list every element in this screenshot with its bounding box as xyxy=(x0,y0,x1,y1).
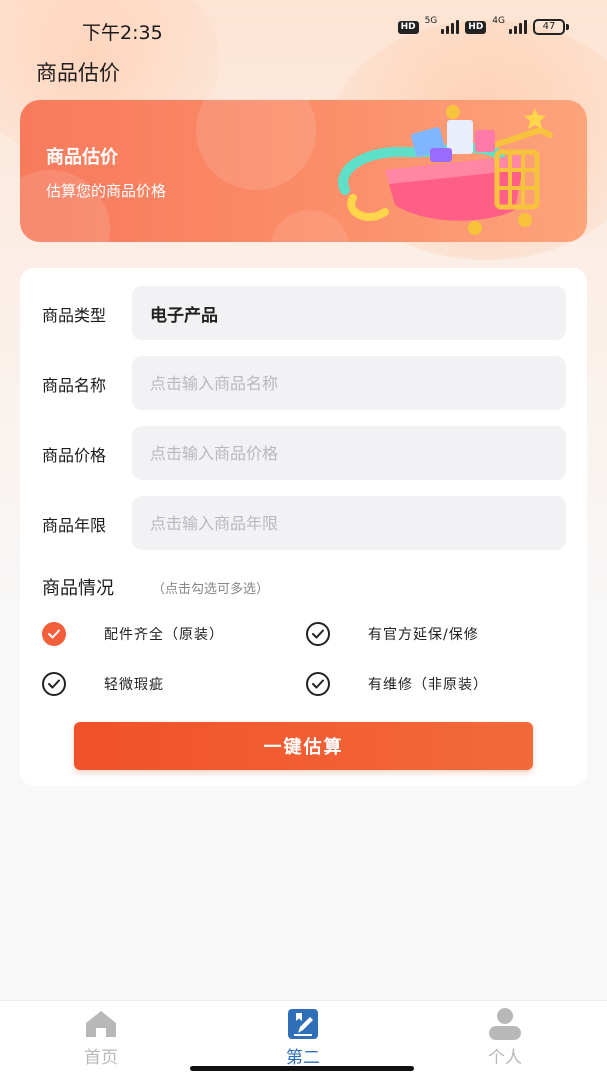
signal-icon xyxy=(441,20,460,34)
estimate-form: 商品类型 电子产品 商品名称 商品价格 商品年限 商品情况 （点击勾选可多选） … xyxy=(20,268,587,786)
home-icon xyxy=(84,1007,118,1041)
app-screen: 下午2:35 HD 5G HD 4G 47 商品估价 商品估价 估算您的商品价格 xyxy=(0,0,607,1080)
network-type: 4G xyxy=(492,16,505,26)
status-time: 下午2:35 xyxy=(82,22,163,44)
checked-icon[interactable] xyxy=(42,622,66,646)
banner-title: 商品估价 xyxy=(46,147,118,168)
field-label: 商品价格 xyxy=(42,446,107,465)
condition-hint: （点击勾选可多选） xyxy=(152,582,270,597)
tab-profile[interactable]: 个人 xyxy=(404,1001,606,1071)
tab-home[interactable]: 首页 xyxy=(0,1001,202,1071)
option-label: 配件齐全（原装） xyxy=(104,627,224,643)
form-row-type: 商品类型 电子产品 xyxy=(20,286,587,340)
form-row-years: 商品年限 xyxy=(20,496,587,550)
unchecked-icon[interactable] xyxy=(306,622,330,646)
hd-badge: HD xyxy=(465,20,487,34)
network-type: 5G xyxy=(424,16,438,26)
option-label: 轻微瑕疵 xyxy=(104,677,164,693)
option-warranty[interactable]: 有官方延保/保修 xyxy=(306,622,479,646)
field-label: 商品名称 xyxy=(42,376,107,395)
signal-icon xyxy=(509,20,527,34)
tab-label: 个人 xyxy=(488,1048,522,1068)
hero-banner: 商品估价 估算您的商品价格 xyxy=(20,100,587,242)
unchecked-icon[interactable] xyxy=(306,672,330,696)
home-indicator xyxy=(190,1066,414,1071)
unchecked-icon[interactable] xyxy=(42,672,66,696)
tab-label: 第二 xyxy=(286,1048,320,1068)
option-label: 有官方延保/保修 xyxy=(368,627,479,643)
option-repaired[interactable]: 有维修（非原装） xyxy=(306,672,488,696)
tab-label: 首页 xyxy=(84,1048,118,1068)
option-minor-flaws[interactable]: 轻微瑕疵 xyxy=(42,672,164,696)
condition-title: 商品情况 xyxy=(42,578,114,599)
battery-level: 47 xyxy=(533,19,565,35)
product-name-input[interactable] xyxy=(132,356,566,410)
status-bar: 下午2:35 HD 5G HD 4G 47 xyxy=(0,0,607,58)
option-accessories[interactable]: 配件齐全（原装） xyxy=(42,622,224,646)
shopping-cart-illustration xyxy=(338,105,553,235)
page-title: 商品估价 xyxy=(36,61,120,85)
hd-badge: HD xyxy=(397,20,419,34)
person-icon xyxy=(488,1007,522,1041)
edit-note-icon xyxy=(286,1007,320,1041)
estimate-button[interactable]: 一键估算 xyxy=(74,722,533,770)
status-indicators: HD 5G HD 4G 47 xyxy=(397,16,569,35)
product-price-input[interactable] xyxy=(132,426,566,480)
product-years-input[interactable] xyxy=(132,496,566,550)
product-type-select[interactable]: 电子产品 xyxy=(132,286,566,340)
tab-second[interactable]: 第二 xyxy=(202,1001,404,1071)
form-row-name: 商品名称 xyxy=(20,356,587,410)
option-label: 有维修（非原装） xyxy=(368,677,488,693)
form-row-price: 商品价格 xyxy=(20,426,587,480)
banner-subtitle: 估算您的商品价格 xyxy=(46,182,167,200)
field-label: 商品年限 xyxy=(42,516,107,535)
field-label: 商品类型 xyxy=(42,306,107,325)
battery-icon: 47 xyxy=(533,19,569,35)
